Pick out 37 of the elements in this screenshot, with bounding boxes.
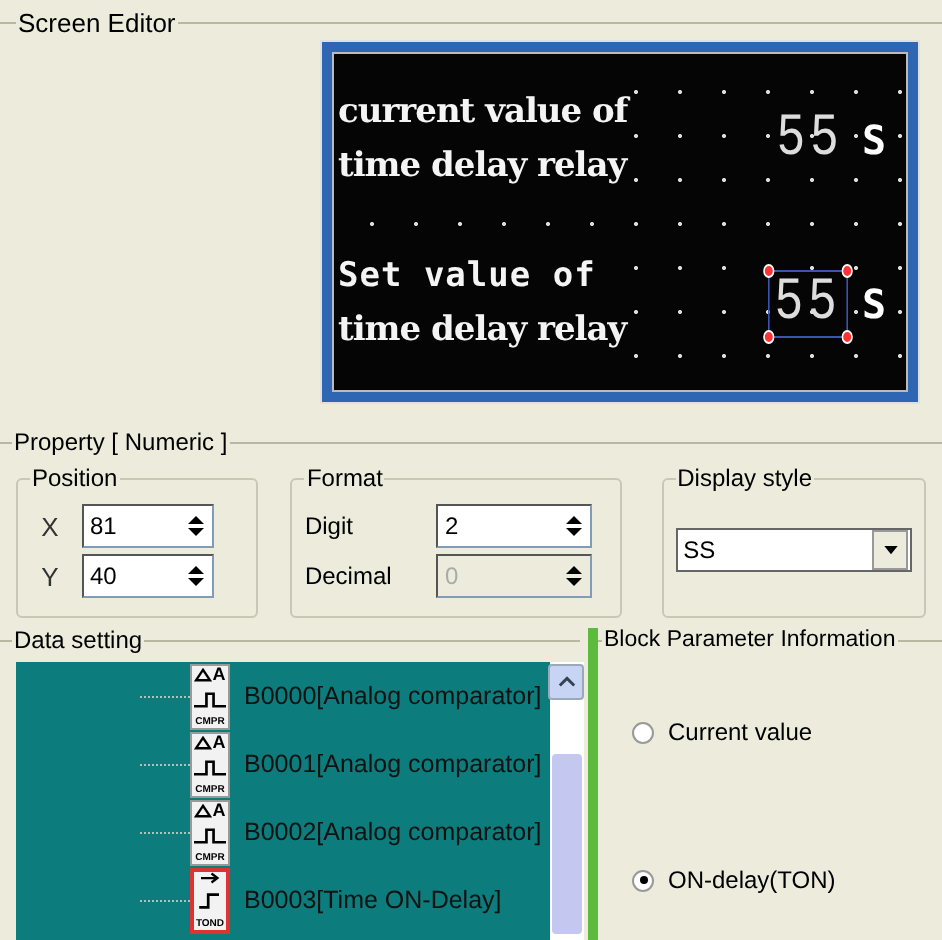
radio-button[interactable] [632,721,654,743]
spinner-arrows-icon[interactable] [186,514,206,538]
lcd-screen[interactable]: current value of time delay relay 55 S Set value of time delay relay 55 S [320,40,920,404]
field-label: X [39,511,61,541]
lcd-text: time delay relay [338,308,627,354]
scrollbar[interactable] [549,662,584,940]
tree-item[interactable]: B0000[Analog comparator] [244,682,542,710]
radio-button[interactable] [632,869,654,891]
numeric-display[interactable]: 55 [767,270,848,338]
radio-option[interactable]: ON-delay(TON) [632,866,836,894]
group-title: Format [304,464,385,492]
section-title: Screen Editor [16,10,178,38]
dropdown-arrow-icon[interactable] [881,545,900,555]
tree-item[interactable]: B0002[Analog comparator] [244,818,542,846]
field-label: Y [39,561,61,591]
tree-item[interactable]: B0001[Analog comparator] [244,750,542,778]
lcd-text: Set value of [338,254,598,300]
scroll-up-icon[interactable] [557,676,576,688]
spinner-arrows-icon[interactable] [186,564,206,588]
spin-field[interactable]: 40 [82,554,214,598]
numeric-display[interactable]: 55 [771,108,849,172]
spinner-arrows-icon[interactable] [564,514,585,538]
spin-field[interactable]: 81 [82,504,214,548]
section-title: Property [ Numeric ] [12,428,230,456]
tree-item[interactable]: B0003[Time ON-Delay] [244,886,502,914]
section-title: Data setting [12,626,145,654]
display-style-dropdown[interactable]: SS [675,528,913,572]
lcd-text: current value of [338,90,628,136]
group-title: Display style [675,464,814,492]
radio-option[interactable]: Current value [632,718,813,746]
lcd-text: S [861,116,886,164]
lcd-text: time delay relay [338,144,628,190]
group-title: Position [30,464,120,492]
lcd-text: S [861,280,886,328]
field-label: Digit [304,512,355,540]
field-label: Decimal [304,562,394,590]
spin-field[interactable]: 2 [436,504,593,548]
